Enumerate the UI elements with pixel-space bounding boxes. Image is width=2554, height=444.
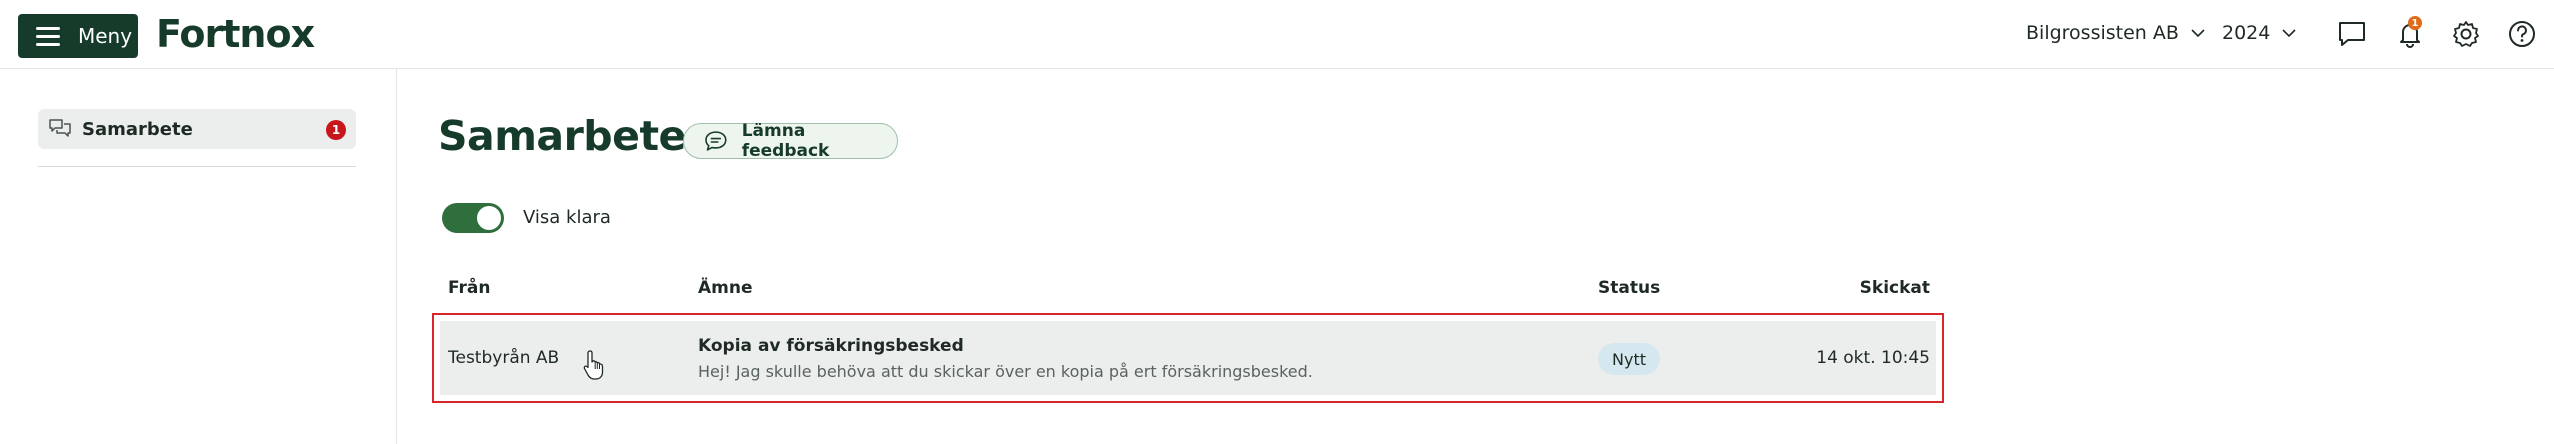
- sidebar-item-samarbete[interactable]: Samarbete 1: [38, 109, 356, 149]
- year-value: 2024: [2222, 22, 2271, 44]
- table-row[interactable]: [432, 313, 1944, 403]
- row-from: Testbyrån AB: [448, 348, 560, 368]
- hamburger-icon: [36, 27, 60, 46]
- row-background: [440, 321, 1936, 395]
- status-badge: Nytt: [1598, 343, 1660, 375]
- column-header-status: Status: [1598, 278, 1661, 298]
- chat-bubbles-icon: [49, 119, 71, 137]
- toggle-knob: [477, 206, 501, 230]
- gear-icon[interactable]: [2450, 18, 2482, 50]
- row-subject: Kopia av försäkringsbesked: [698, 336, 964, 356]
- hand-cursor-icon: [583, 350, 604, 380]
- column-header-subject: Ämne: [698, 278, 753, 298]
- chevron-down-icon: [2191, 29, 2205, 38]
- toggle-label: Visa klara: [523, 207, 611, 228]
- top-bar: Meny Fortnox Bilgrossisten AB 2024 1: [0, 0, 2554, 69]
- feedback-label: Lämna feedback: [741, 121, 830, 161]
- show-done-toggle[interactable]: [442, 203, 504, 233]
- help-icon[interactable]: [2506, 18, 2538, 50]
- company-name: Bilgrossisten AB: [2026, 22, 2179, 44]
- sidebar-item-label: Samarbete: [82, 118, 193, 140]
- menu-button[interactable]: Meny: [18, 14, 138, 58]
- year-selector[interactable]: 2024: [2222, 22, 2298, 44]
- column-header-from: Från: [448, 278, 491, 298]
- notification-badge: 1: [2408, 16, 2422, 30]
- column-header-sent: Skickat: [1859, 278, 1930, 298]
- fortnox-logo[interactable]: Fortnox: [156, 12, 315, 56]
- chat-icon[interactable]: [2336, 18, 2368, 50]
- company-selector[interactable]: Bilgrossisten AB: [2026, 22, 2207, 44]
- page-title: Samarbete: [438, 112, 686, 160]
- sidebar: Samarbete 1: [0, 69, 397, 444]
- feedback-chat-icon: [705, 131, 727, 151]
- chevron-down-icon: [2282, 29, 2296, 38]
- row-preview: Hej! Jag skulle behöva att du skickar öv…: [698, 362, 1313, 381]
- menu-label: Meny: [78, 24, 133, 48]
- feedback-button[interactable]: Lämna feedback: [683, 121, 898, 161]
- sidebar-divider: [38, 166, 356, 167]
- sidebar-item-badge: 1: [326, 120, 346, 140]
- row-sent: 14 okt. 10:45: [1816, 348, 1930, 368]
